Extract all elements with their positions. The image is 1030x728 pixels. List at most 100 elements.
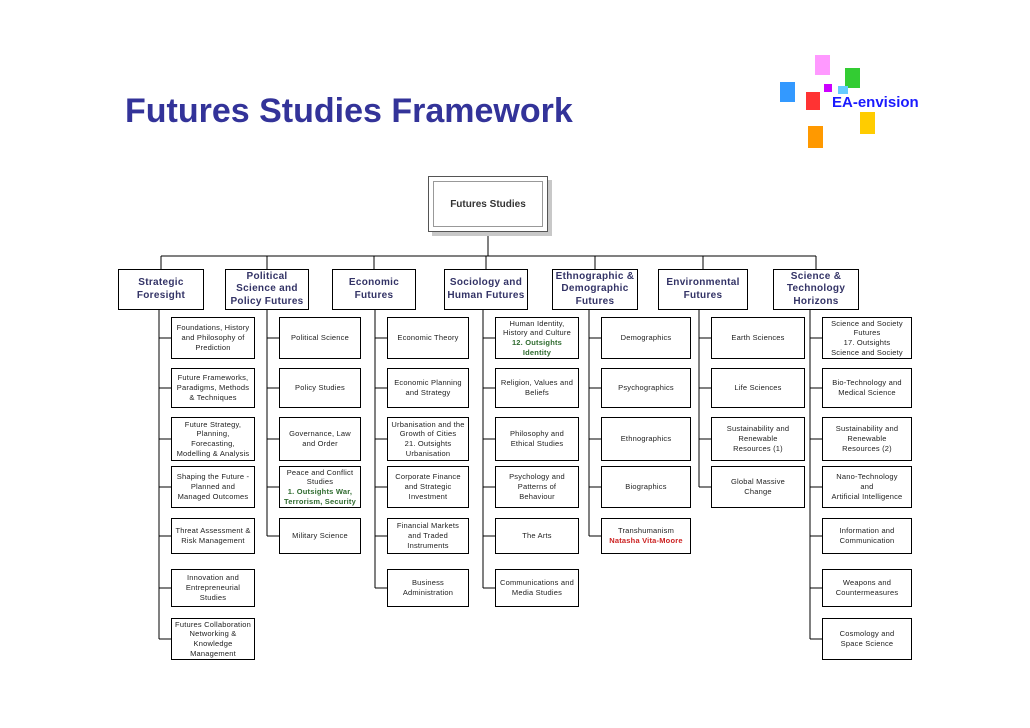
category-box: Environmental Futures (658, 269, 748, 310)
category-label: Science & Technology Horizons (786, 270, 846, 307)
category-label: Environmental Futures (666, 277, 740, 301)
topic-label: Shaping the Future - Planned and Managed… (176, 472, 250, 501)
topic-box: Financial Markets and Traded Instruments (387, 518, 469, 554)
topic-box: Shaping the Future - Planned and Managed… (171, 466, 255, 508)
topic-box: Military Science (279, 518, 361, 554)
topic-box: Cosmology and Space Science (822, 618, 912, 660)
topic-label: Ethnographics (620, 434, 672, 444)
topic-box: The Arts (495, 518, 579, 554)
topic-label: Policy Studies (295, 383, 345, 393)
topic-label: Corporate Finance and Strategic Investme… (395, 472, 461, 501)
topic-box: Demographics (601, 317, 691, 359)
topic-label: Sustainability and Renewable Resources (… (726, 424, 790, 453)
topic-box: Human Identity, History and Culture 12. O… (495, 317, 579, 359)
topic-box: Nano-Technology and Artificial Intellige… (822, 466, 912, 508)
topic-label: Psychographics (618, 383, 674, 393)
topic-box: Psychology and Patterns of Behaviour (495, 466, 579, 508)
topic-box: Economic Theory (387, 317, 469, 359)
topic-box: Policy Studies (279, 368, 361, 408)
topic-label: Governance, Law and Order (289, 429, 351, 448)
topic-box: Global Massive Change (711, 466, 805, 508)
topic-box: Foundations, History and Philosophy of P… (171, 317, 255, 359)
topic-highlight: 12. Outsights Identity (511, 338, 563, 357)
topic-box: Information and Communication (822, 518, 912, 554)
category-label: Sociology and Human Futures (447, 277, 525, 301)
topic-label: Foundations, History and Philosophy of P… (176, 323, 250, 352)
category-box: Sociology and Human Futures (444, 269, 528, 310)
topic-label: Life Sciences (734, 383, 782, 393)
category-box: Strategic Foresight (118, 269, 204, 310)
topic-box: Innovation and Entrepreneurial Studies (171, 569, 255, 607)
topic-label: Global Massive Change (730, 477, 786, 496)
category-box: Political Science and Policy Futures (225, 269, 309, 310)
topic-box: Urbanisation and the Growth of Cities 21.… (387, 417, 469, 461)
topic-label: Sustainability and Renewable Resources (… (835, 424, 899, 453)
topic-box: Life Sciences (711, 368, 805, 408)
topic-label: Political Science (290, 333, 349, 343)
topic-box: Weapons and Countermeasures (822, 569, 912, 607)
topic-label: Philosophy and Ethical Studies (509, 429, 565, 448)
topic-box: Biographics (601, 466, 691, 508)
topic-box: Communications and Media Studies (495, 569, 579, 607)
topic-label: Transhumanism (617, 526, 675, 536)
topic-label: Psychology and Patterns of Behaviour (509, 472, 565, 501)
topic-box: Future Strategy, Planning, Forecasting, … (171, 417, 255, 461)
topic-box: Peace and Conflict Studies 1. Outsights W… (279, 466, 361, 508)
topic-label: Earth Sciences (731, 333, 785, 343)
topic-label: Demographics (620, 333, 672, 343)
topic-box: Economic Planning and Strategy (387, 368, 469, 408)
topic-highlight: 1. Outsights War, Terrorism, Security (283, 487, 357, 506)
topic-box: Religion, Values and Beliefs (495, 368, 579, 408)
topic-label: The Arts (522, 531, 552, 541)
root-node: Futures Studies (428, 176, 548, 232)
category-label: Ethnographic & Demographic Futures (555, 270, 635, 307)
category-label: Economic Futures (348, 277, 400, 301)
topic-label: Business Administration (402, 578, 454, 597)
category-label: Political Science and Policy Futures (230, 270, 304, 307)
topic-label: Communications and Media Studies (499, 578, 575, 597)
topic-box: Transhumanism Natasha Vita-Moore (601, 518, 691, 554)
topic-box: Business Administration (387, 569, 469, 607)
topic-label: Threat Assessment & Risk Management (175, 526, 251, 545)
topic-box: Governance, Law and Order (279, 417, 361, 461)
topic-label: Urbanisation and the Growth of Cities 21.… (391, 420, 464, 459)
topic-box: Earth Sciences (711, 317, 805, 359)
topic-label: Cosmology and Space Science (839, 629, 895, 648)
topic-label: Bio-Technology and Medical Science (832, 378, 902, 397)
topic-box: Political Science (279, 317, 361, 359)
topic-label: Science and Society Futures 17. Outsights… (831, 319, 903, 358)
topic-box: Corporate Finance and Strategic Investme… (387, 466, 469, 508)
root-label: Futures Studies (450, 198, 526, 210)
topic-label-part: 17. Outsights Science and Society (831, 338, 903, 357)
topic-label-part: Science and Society Futures (831, 318, 903, 338)
topic-box: Psychographics (601, 368, 691, 408)
topic-box: Future Frameworks, Paradigms, Methods & … (171, 368, 255, 408)
topic-box: Ethnographics (601, 417, 691, 461)
topic-label: Future Strategy, Planning, Forecasting, … (176, 419, 250, 458)
topic-label: Information and Communication (839, 526, 895, 545)
topic-label: Human Identity, History and Culture (503, 318, 571, 338)
topic-label: Economic Theory (397, 333, 459, 343)
topic-box: Threat Assessment & Risk Management (171, 518, 255, 554)
topic-box: Sustainability and Renewable Resources (… (711, 417, 805, 461)
category-label: Strategic Foresight (136, 277, 186, 301)
category-box: Ethnographic & Demographic Futures (552, 269, 638, 310)
topic-box: Science and Society Futures 17. Outsights… (822, 317, 912, 359)
topic-label: Religion, Values and Beliefs (500, 378, 574, 397)
topic-label: Future Frameworks, Paradigms, Methods & … (176, 373, 250, 402)
topic-label: Peace and Conflict Studies (286, 467, 354, 487)
topic-label: Weapons and Countermeasures (835, 578, 899, 597)
topic-box: Futures Collaboration Networking & Knowl… (171, 618, 255, 660)
topic-box: Sustainability and Renewable Resources (… (822, 417, 912, 461)
category-box: Science & Technology Horizons (773, 269, 859, 310)
topic-label: Economic Planning and Strategy (394, 378, 462, 397)
topic-label-part: 21. Outsights Urbanisation (404, 439, 452, 458)
topic-highlight: Natasha Vita-Moore (609, 536, 683, 545)
topic-label: Innovation and Entrepreneurial Studies (185, 573, 241, 602)
category-box: Economic Futures (332, 269, 416, 310)
topic-label: Futures Collaboration Networking & Knowl… (175, 619, 251, 658)
topic-label: Biographics (625, 482, 667, 492)
topic-box: Bio-Technology and Medical Science (822, 368, 912, 408)
topic-label: Financial Markets and Traded Instruments (396, 521, 460, 550)
topic-label: Military Science (292, 531, 348, 541)
